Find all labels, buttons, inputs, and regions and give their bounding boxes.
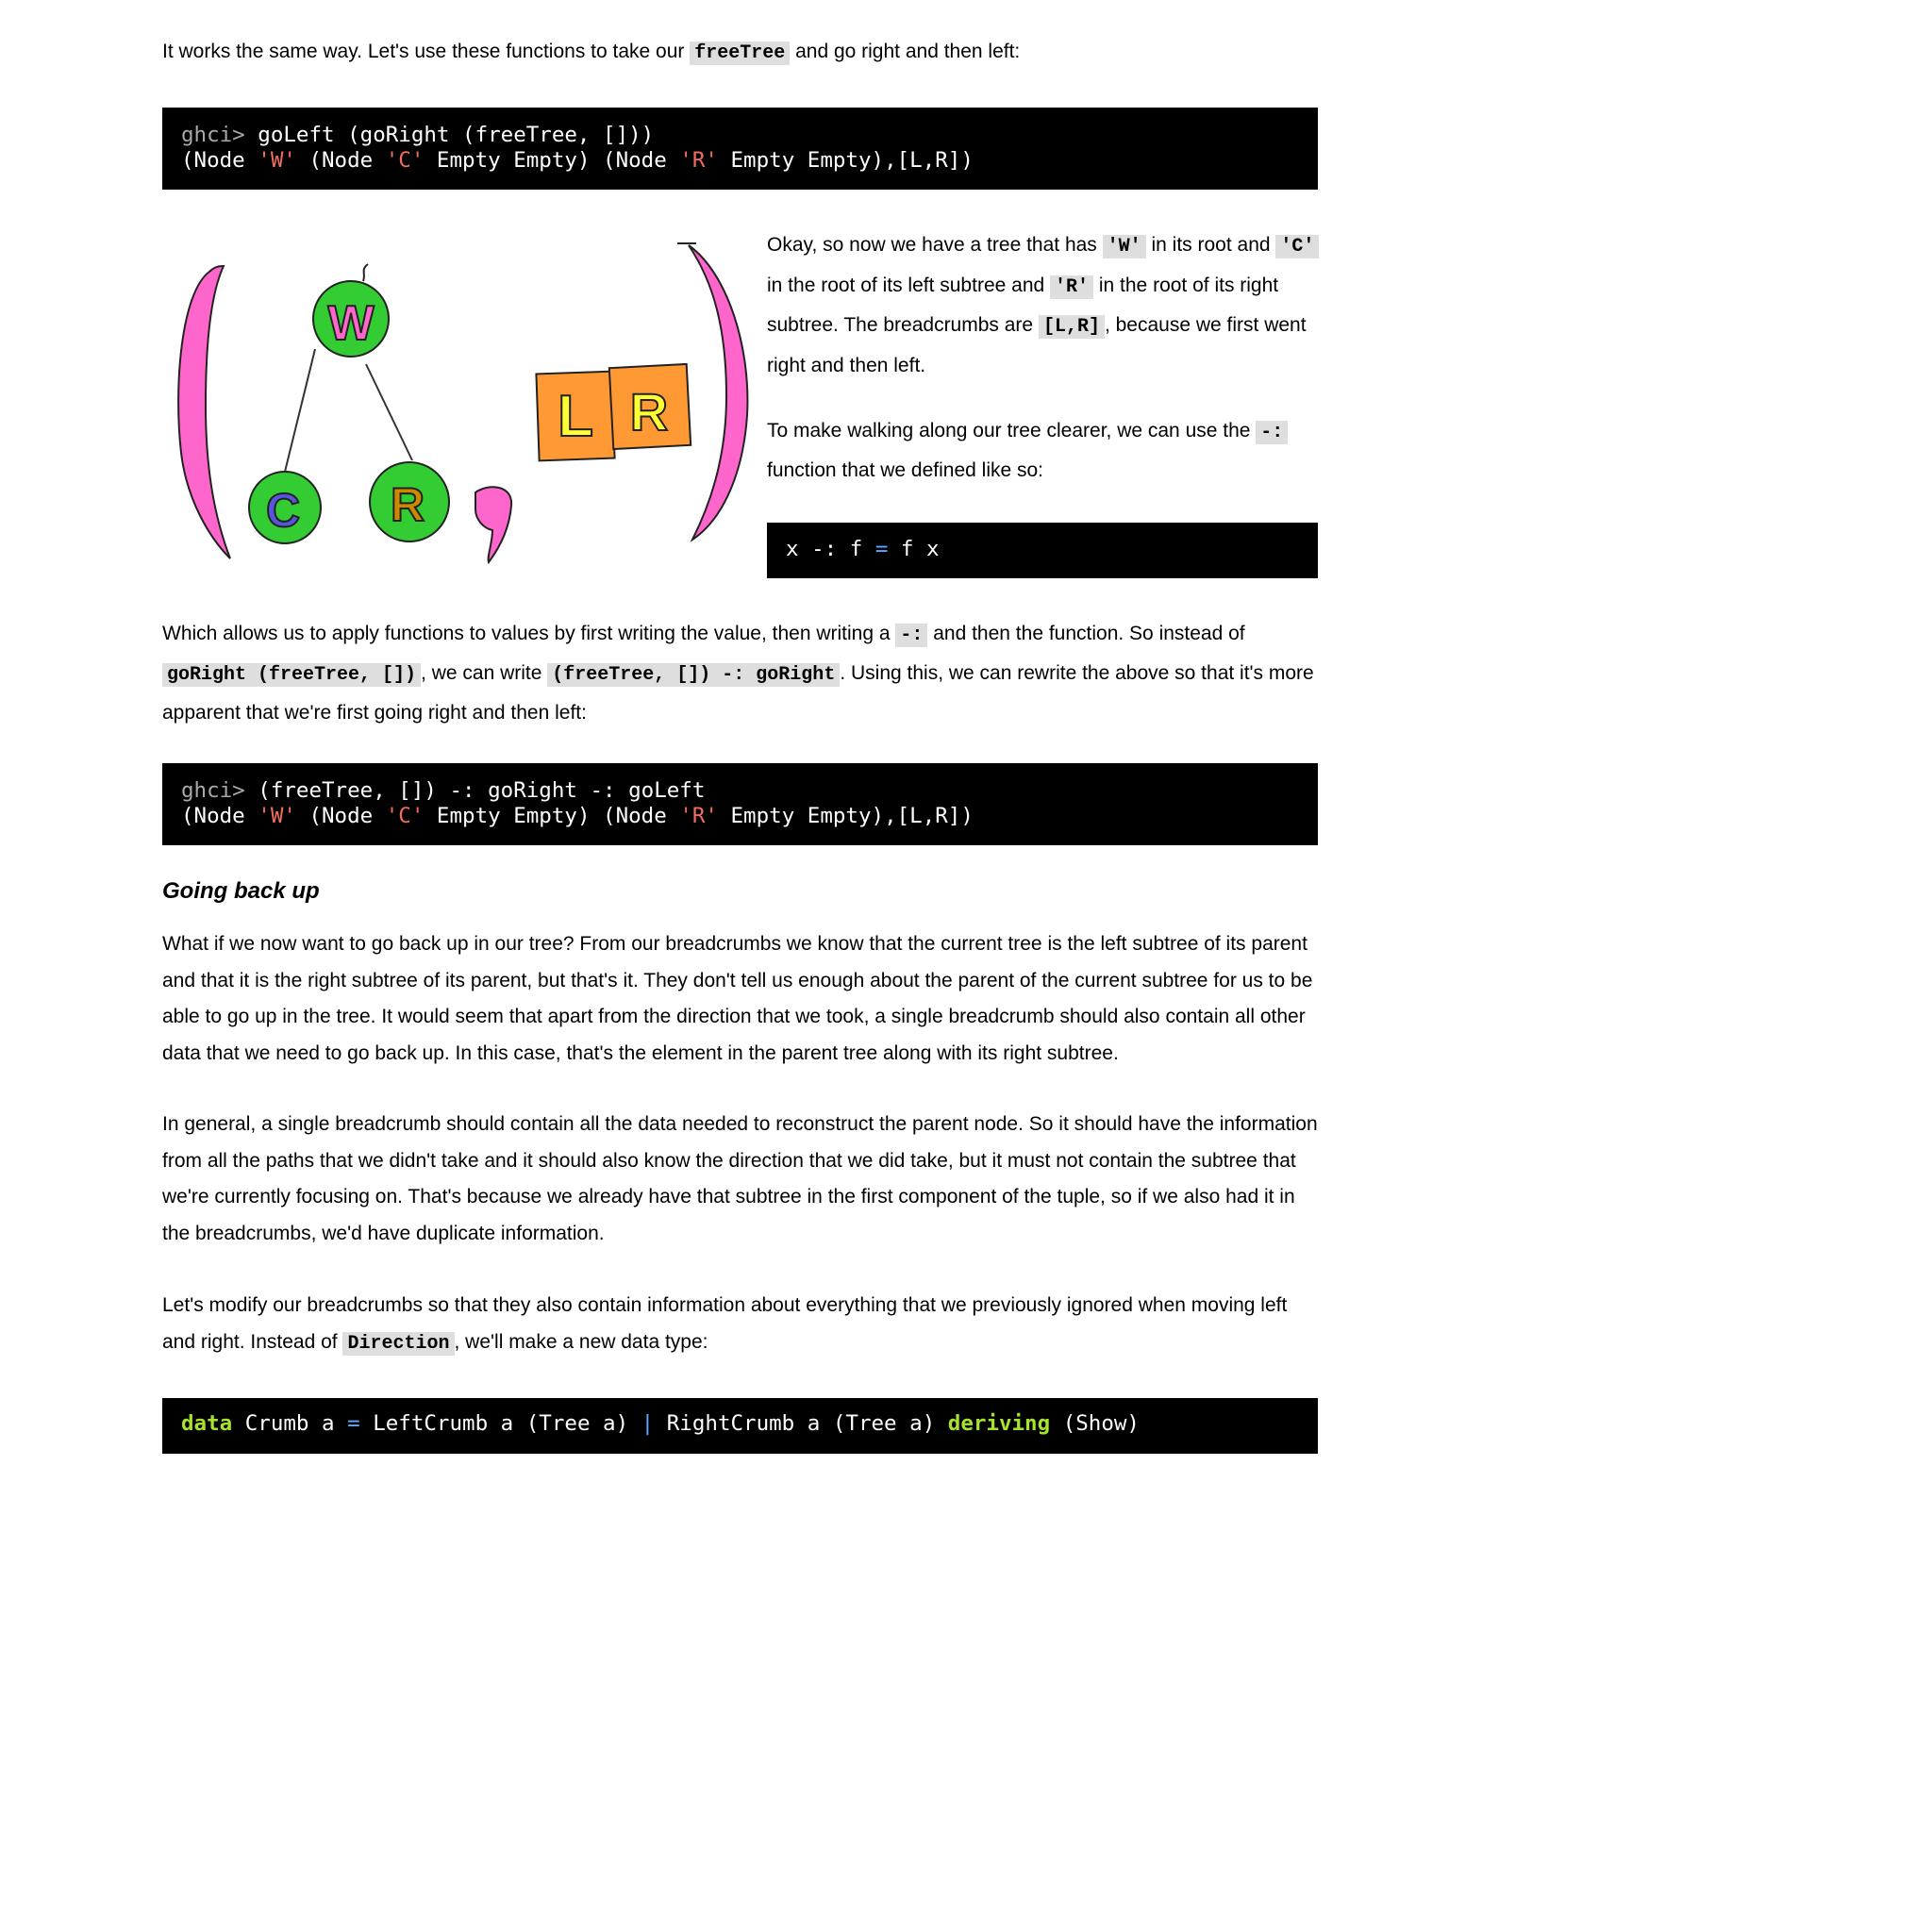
code-text: LeftCrumb a (Tree a) bbox=[359, 1411, 641, 1436]
code-text: f x bbox=[888, 537, 940, 561]
text: function that we defined like so: bbox=[767, 459, 1044, 481]
text: To make walking along our tree clearer, … bbox=[767, 420, 1257, 441]
right-paren-shape bbox=[688, 244, 749, 542]
code-block-operator-def: x -: f = f x bbox=[767, 523, 1318, 578]
code-output: Empty Empty) (Node bbox=[424, 804, 680, 828]
paragraph-operator-usage: Which allows us to apply functions to va… bbox=[162, 615, 1318, 732]
code-operator: = bbox=[874, 537, 889, 561]
code-block-pipeline: ghci> (freeTree, []) -: goRight -: goLef… bbox=[162, 763, 1318, 845]
paragraph-modify: Let's modify our breadcrumbs so that the… bbox=[162, 1288, 1318, 1362]
code-block-goleft: ghci> goLeft (goRight (freeTree, [])) (N… bbox=[162, 108, 1318, 190]
crumb-r-label: R bbox=[630, 382, 668, 441]
inline-code: (freeTree, []) -: goRight bbox=[547, 663, 841, 687]
text: and go right and then left: bbox=[790, 41, 1021, 62]
code-command: (freeTree, []) -: goRight -: goLeft bbox=[244, 778, 706, 803]
inline-code: goRight (freeTree, []) bbox=[162, 663, 422, 687]
node-left-label: C bbox=[266, 484, 300, 537]
inline-code: -: bbox=[1256, 421, 1289, 444]
code-string: 'R' bbox=[679, 804, 718, 828]
code-string: 'W' bbox=[258, 148, 296, 173]
paragraph-general: In general, a single breadcrumb should c… bbox=[162, 1113, 1318, 1244]
inline-code: freeTree bbox=[690, 42, 791, 65]
code-output: (Node bbox=[295, 804, 386, 828]
left-paren-shape bbox=[177, 264, 231, 559]
text: in its root and bbox=[1145, 234, 1276, 256]
inline-code: 'W' bbox=[1102, 235, 1146, 258]
code-output: Empty Empty) (Node bbox=[424, 148, 680, 173]
code-keyword: deriving bbox=[947, 1411, 1051, 1436]
node-root-stem bbox=[362, 263, 369, 282]
paragraph-tree-explanation: Okay, so now we have a tree that has 'W'… bbox=[767, 226, 1322, 385]
code-string: 'R' bbox=[679, 148, 718, 173]
text: Let's modify our breadcrumbs so that the… bbox=[162, 1294, 1288, 1353]
code-string: 'C' bbox=[385, 148, 425, 173]
inline-code: 'C' bbox=[1275, 235, 1320, 258]
tree-breadcrumb-illustration: W C R L R bbox=[177, 242, 749, 565]
edge-right bbox=[365, 363, 413, 461]
inline-code: -: bbox=[895, 624, 928, 647]
ghci-prompt: ghci> bbox=[181, 123, 245, 147]
code-text: (Show) bbox=[1050, 1411, 1140, 1436]
text: It works the same way. Let's use these f… bbox=[162, 41, 691, 62]
paragraph-intro: It works the same way. Let's use these f… bbox=[162, 34, 1318, 73]
text: Which allows us to apply functions to va… bbox=[162, 623, 896, 644]
inline-code: Direction bbox=[342, 1331, 455, 1356]
code-text: x -: f bbox=[786, 537, 875, 561]
text: in the root of its left subtree and bbox=[767, 274, 1051, 296]
text: , we can write bbox=[421, 662, 548, 684]
code-output: Empty Empty),[L,R]) bbox=[717, 148, 974, 173]
ghci-prompt: ghci> bbox=[181, 778, 245, 803]
crumb-l-label: L bbox=[558, 384, 593, 449]
code-output: Empty Empty),[L,R]) bbox=[717, 804, 974, 828]
code-output: (Node bbox=[295, 148, 386, 173]
code-operator: = bbox=[347, 1411, 360, 1436]
paragraph-going-up: What if we now want to go back up in our… bbox=[162, 933, 1313, 1064]
code-operator: | bbox=[641, 1411, 655, 1436]
text: , we'll make a new data type: bbox=[454, 1330, 708, 1353]
node-right-label: R bbox=[391, 478, 425, 531]
comma-shape bbox=[475, 486, 513, 565]
text: Okay, so now we have a tree that has bbox=[767, 234, 1103, 256]
code-keyword: data bbox=[181, 1411, 233, 1436]
edge-left bbox=[284, 348, 316, 473]
code-output: (Node bbox=[181, 148, 258, 173]
code-string: 'C' bbox=[385, 804, 425, 828]
text: and then the function. So instead of bbox=[927, 623, 1245, 644]
code-text: RightCrumb a (Tree a) bbox=[654, 1411, 948, 1436]
code-output: (Node bbox=[181, 804, 258, 828]
code-text: Crumb a bbox=[232, 1411, 348, 1436]
inline-code: 'R' bbox=[1050, 275, 1094, 299]
code-block-crumb-type: data Crumb a = LeftCrumb a (Tree a) | Ri… bbox=[162, 1398, 1318, 1454]
paragraph-operator-intro: To make walking along our tree clearer, … bbox=[767, 412, 1322, 490]
section-heading: Going back up bbox=[162, 878, 320, 904]
code-string: 'W' bbox=[258, 804, 296, 828]
inline-code: [L,R] bbox=[1038, 315, 1105, 339]
code-command: goLeft (goRight (freeTree, [])) bbox=[244, 123, 655, 147]
node-root-label: W bbox=[327, 296, 375, 351]
